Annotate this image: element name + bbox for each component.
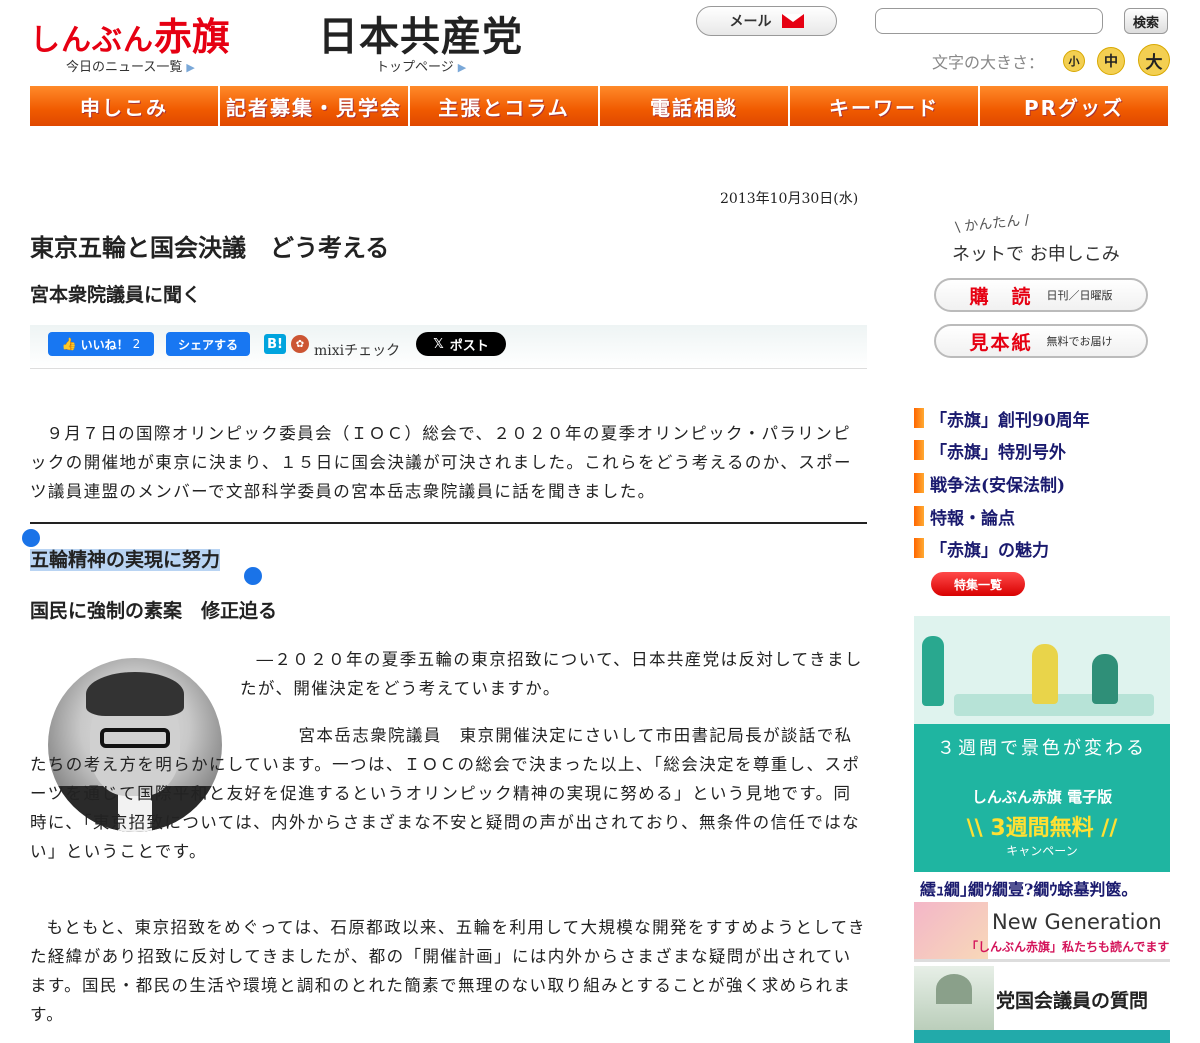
x-post-button[interactable]: 𝕏 ポスト [416, 332, 506, 356]
like-label: いいね！ [80, 337, 129, 352]
article-date: 2013年10月30日(水) [720, 191, 859, 207]
banner-line2: しんぶん赤旗 電子版 [971, 788, 1113, 806]
mail-label: メール [729, 14, 772, 30]
banner-line3: \\ 3週間無料 // [966, 816, 1118, 841]
nav-item-apply[interactable]: 申しこみ [30, 86, 220, 126]
new-generation-sub: 「しんぶん赤旗」私たちも読んでます [966, 940, 1170, 954]
feature-label: 戦争法(安保法制) [930, 475, 1066, 496]
nav-item-recruit[interactable]: 記者募集・見学会 [220, 86, 410, 126]
mail-button[interactable]: メール [696, 6, 837, 36]
page-title: 東京五輪と国会決議 どう考える [30, 233, 390, 262]
article-paragraph: もともと、東京招致をめぐっては、石原都政以来、五輪を利用して大規模な開発をすすめ… [30, 918, 866, 1024]
news-list-link[interactable]: 今日のニュース一覧 ▶ [66, 56, 195, 75]
top-page-label: トップページ [376, 60, 454, 75]
mixi-icon[interactable]: ✿ [291, 335, 309, 353]
sample-label: 見本紙 [969, 331, 1033, 354]
section-subheading: 国民に強制の素案 修正迫る [30, 600, 278, 622]
easy-label: \ かんたん / [954, 212, 1031, 236]
font-medium-button[interactable]: 中 [1097, 47, 1125, 75]
new-generation-banner[interactable]: New Generation 「しんぶん赤旗」私たちも読んでます [914, 902, 1170, 962]
selected-heading-text[interactable]: 五輪精神の実現に努力 [30, 549, 221, 571]
search-button[interactable]: 検索 [1124, 8, 1168, 34]
feature-label: 特報・論点 [930, 508, 1015, 529]
top-page-link[interactable]: トップページ ▶ [376, 56, 466, 75]
article-subtitle: 宮本衆院議員に聞く [30, 284, 202, 306]
bullet-bar-icon [914, 408, 924, 428]
nav-item-phone[interactable]: 電話相談 [600, 86, 790, 126]
feature-link-appeal[interactable]: 「赤旗」の魅力 [914, 535, 1049, 561]
envelope-icon [781, 14, 804, 28]
logo-kanji: 赤旗 [154, 15, 231, 59]
selection-handle-end[interactable] [244, 567, 262, 585]
subscribe-note: 日刊／日曜版 [1046, 289, 1113, 302]
font-small-button[interactable]: 小 [1063, 50, 1085, 72]
arrow-right-icon: ▶ [457, 61, 467, 74]
feature-list-button[interactable]: 特集一覧 [931, 572, 1025, 596]
diet-questions-title: 党国会議員の質問 [996, 990, 1149, 1012]
digital-edition-banner[interactable]: ３週間で景色が変わる しんぶん赤旗 電子版 \\ 3週間無料 // キャンペーン [914, 616, 1170, 872]
bullet-bar-icon [914, 506, 924, 526]
feature-label: 「赤旗」特別号外 [930, 442, 1066, 463]
logo-kana: しんぶん [30, 23, 154, 58]
jcp-logo[interactable]: 日本共産党 [318, 4, 523, 62]
diet-building-image [914, 966, 994, 1032]
bullet-bar-icon [914, 473, 924, 493]
main-nav: 申しこみ 記者募集・見学会 主張とコラム 電話相談 キーワード PRグッズ [30, 86, 1168, 126]
font-large-button[interactable]: 大 [1138, 44, 1170, 76]
feature-link-90th[interactable]: 「赤旗」創刊90周年 [914, 405, 1090, 431]
x-logo-icon: 𝕏 [433, 336, 444, 352]
nav-item-column[interactable]: 主張とコラム [410, 86, 600, 126]
section-heading: 五輪精神の実現に努力 [30, 545, 221, 572]
article-intro: ９月７日の国際オリンピック委員会（ＩＯＣ）総会で、２０２０年の夏季オリンピック・… [30, 424, 852, 501]
interview-answer: 宮本岳志衆院議員 東京開催決定にさいして市田書記局長が談話で私たちの考え方を明ら… [30, 726, 861, 861]
x-post-label: ポスト [449, 338, 489, 354]
banner-line4: キャンペーン [1006, 844, 1078, 858]
search-input[interactable] [875, 8, 1103, 34]
thumbs-up-icon: 👍 [61, 337, 77, 351]
diet-questions-banner[interactable]: 党国会議員の質問 [914, 966, 1170, 1043]
new-generation-title: New Generation [992, 910, 1162, 934]
font-size-label: 文字の大きさ： [932, 53, 1045, 72]
arrow-right-icon: ▶ [186, 61, 195, 74]
interview-question: ―２０２０年の夏季五輪の東京招致について、日本共産党は反対してきましたが、開催決… [240, 650, 863, 698]
news-list-label: 今日のニュース一覧 [66, 60, 183, 75]
feature-label: 「赤旗」創刊90周年 [930, 410, 1090, 431]
selection-handle-start[interactable] [22, 529, 40, 547]
banner-line1: ３週間で景色が変わる [937, 738, 1147, 759]
campaign-link[interactable]: 繧ｭ繝｣繝ｳ繝壹?繝ｳ蜍墓判篋。 [920, 876, 1137, 900]
nav-item-goods[interactable]: PRグッズ [980, 86, 1168, 126]
hatena-bookmark-button[interactable]: B! [264, 334, 286, 354]
akahata-logo[interactable]: しんぶん赤旗 [30, 6, 230, 61]
facebook-share-button[interactable]: シェアする [166, 332, 250, 356]
easy-text: かんたん [963, 213, 1021, 235]
subscribe-button[interactable]: 購 読 日刊／日曜版 [934, 278, 1148, 312]
mixi-check-link[interactable]: mixiチェック [314, 340, 400, 360]
feature-label: 「赤旗」の魅力 [930, 540, 1049, 561]
sample-paper-button[interactable]: 見本紙 無料でお届け [934, 324, 1148, 358]
like-count: 2 [132, 337, 141, 351]
section-divider [30, 522, 867, 524]
facebook-like-button[interactable]: 👍 いいね！ 2 [48, 332, 154, 356]
feature-link-extra[interactable]: 「赤旗」特別号外 [914, 437, 1066, 463]
net-apply-label: ネットで お申しこみ [952, 244, 1120, 265]
bullet-bar-icon [914, 440, 924, 460]
sample-note: 無料でお届け [1046, 335, 1113, 348]
nav-item-keyword[interactable]: キーワード [790, 86, 980, 126]
bullet-bar-icon [914, 538, 924, 558]
feature-link-war-law[interactable]: 戦争法(安保法制) [914, 470, 1065, 496]
feature-link-special[interactable]: 特報・論点 [914, 503, 1015, 529]
subscribe-label: 購 読 [969, 285, 1033, 308]
